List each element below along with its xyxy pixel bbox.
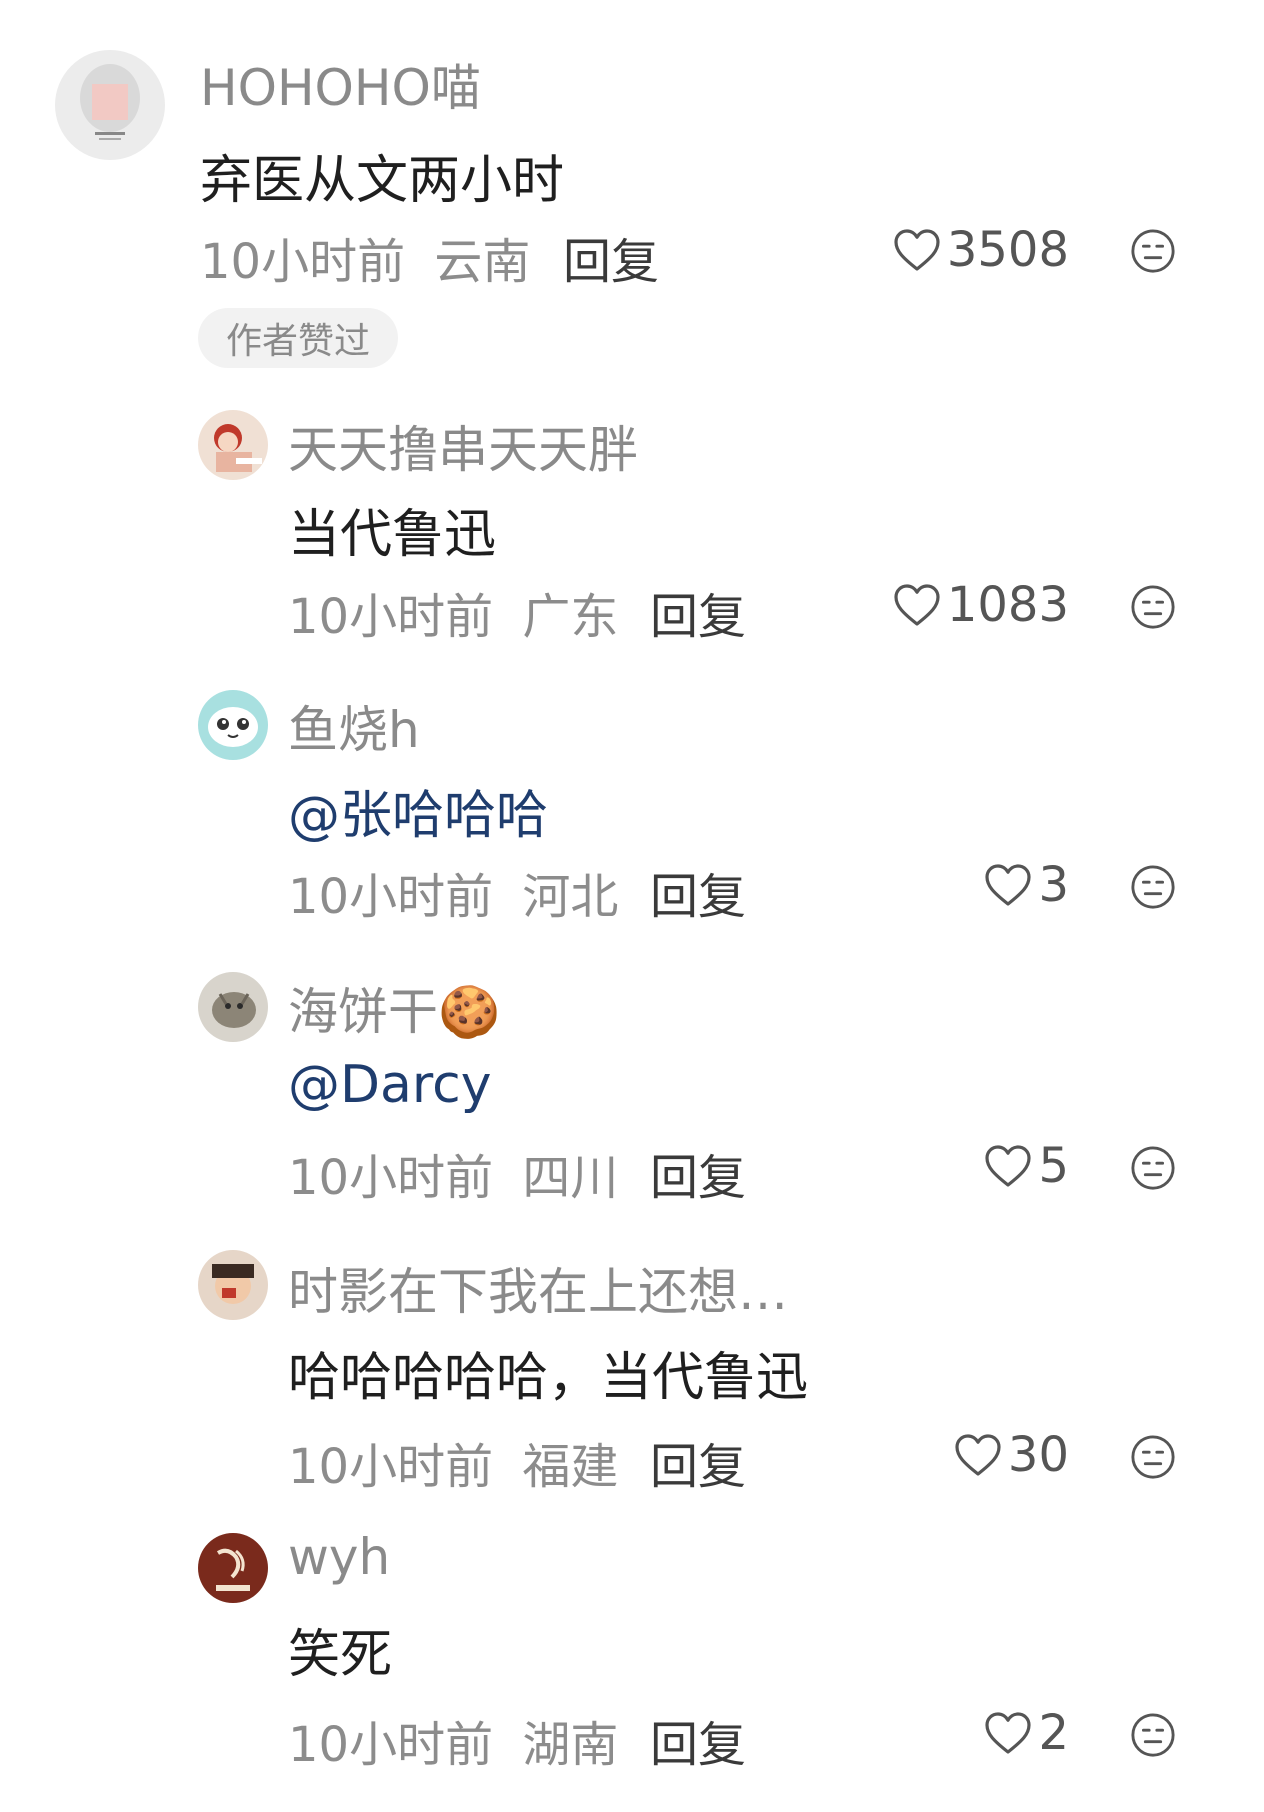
dislike-button[interactable] (1130, 1712, 1176, 1758)
like-count: 5 (1038, 1138, 1069, 1194)
like-button[interactable]: 3508 (893, 222, 1069, 278)
location: 湖南 (522, 1717, 619, 1773)
heart-outline-icon (955, 1434, 1001, 1476)
comment-text: 当代鲁迅 (288, 505, 497, 565)
comment-meta: 10小时前 四川 (288, 1138, 618, 1208)
neutral-face-icon (1131, 865, 1175, 909)
comment-text: 弃医从文两小时 (200, 151, 565, 211)
reply-button[interactable]: 回复 (650, 857, 746, 927)
comment-meta: 10小时前 湖南 (288, 1705, 618, 1775)
avatar[interactable] (198, 972, 268, 1042)
heart-outline-icon (985, 1712, 1032, 1754)
location: 福建 (522, 1439, 619, 1495)
dislike-button[interactable] (1130, 1434, 1176, 1480)
username[interactable]: 鱼烧h (288, 690, 420, 762)
comment-text: 哈哈哈哈哈，当代鲁迅 (288, 1348, 809, 1408)
timestamp: 10小时前 (288, 1717, 494, 1773)
location: 四川 (522, 1150, 619, 1206)
timestamp: 10小时前 (288, 869, 494, 925)
like-count: 3508 (946, 222, 1069, 278)
comment-meta: 10小时前 广东 (288, 577, 618, 647)
avatar[interactable] (198, 1533, 268, 1603)
author-liked-badge: 作者赞过 (198, 308, 398, 368)
username[interactable]: wyh (288, 1528, 390, 1586)
dislike-button[interactable] (1130, 864, 1176, 910)
like-button[interactable]: 5 (984, 1138, 1069, 1194)
username[interactable]: 天天撸串天天胖 (288, 410, 638, 482)
location: 广东 (522, 589, 619, 645)
heart-outline-icon (894, 584, 940, 626)
like-count: 30 (1007, 1427, 1069, 1483)
username[interactable]: 海饼干🍪 (288, 972, 500, 1044)
reply-button[interactable]: 回复 (650, 1427, 746, 1497)
like-button[interactable]: 1083 (893, 577, 1069, 633)
reply-button[interactable]: 回复 (650, 577, 746, 647)
timestamp: 10小时前 (288, 1150, 494, 1206)
neutral-face-icon (1131, 229, 1175, 273)
location: 云南 (434, 234, 531, 290)
comment-meta: 10小时前 河北 (288, 857, 618, 927)
heart-outline-icon (894, 229, 940, 271)
timestamp: 10小时前 (288, 589, 494, 645)
heart-outline-icon (985, 1145, 1032, 1187)
comment-text: @张哈哈哈 (288, 786, 549, 846)
like-button[interactable]: 30 (954, 1427, 1069, 1483)
reply-button[interactable]: 回复 (563, 222, 659, 292)
timestamp: 10小时前 (288, 1439, 494, 1495)
heart-outline-icon (985, 864, 1032, 906)
username[interactable]: HOHOHO喵 (200, 48, 481, 120)
reply-button[interactable]: 回复 (650, 1138, 746, 1208)
like-count: 2 (1038, 1705, 1069, 1761)
comment-text: 笑死 (288, 1625, 393, 1685)
neutral-face-icon (1131, 1435, 1175, 1479)
like-button[interactable]: 2 (984, 1705, 1069, 1761)
comment-text: @Darcy (288, 1055, 492, 1115)
avatar[interactable] (198, 690, 268, 760)
like-count: 1083 (946, 577, 1069, 633)
dislike-button[interactable] (1130, 584, 1176, 630)
location: 河北 (522, 869, 619, 925)
username[interactable]: 时影在下我在上还想… (288, 1252, 788, 1324)
like-count: 3 (1038, 857, 1069, 913)
reply-button[interactable]: 回复 (650, 1705, 746, 1775)
neutral-face-icon (1131, 1146, 1175, 1190)
avatar[interactable] (198, 410, 268, 480)
avatar[interactable] (198, 1250, 268, 1320)
comment-meta: 10小时前 云南 (200, 222, 530, 292)
like-button[interactable]: 3 (984, 857, 1069, 913)
neutral-face-icon (1131, 1713, 1175, 1757)
dislike-button[interactable] (1130, 228, 1176, 274)
avatar[interactable] (55, 50, 165, 160)
timestamp: 10小时前 (200, 234, 406, 290)
neutral-face-icon (1131, 585, 1175, 629)
comment-meta: 10小时前 福建 (288, 1427, 618, 1497)
dislike-button[interactable] (1130, 1145, 1176, 1191)
